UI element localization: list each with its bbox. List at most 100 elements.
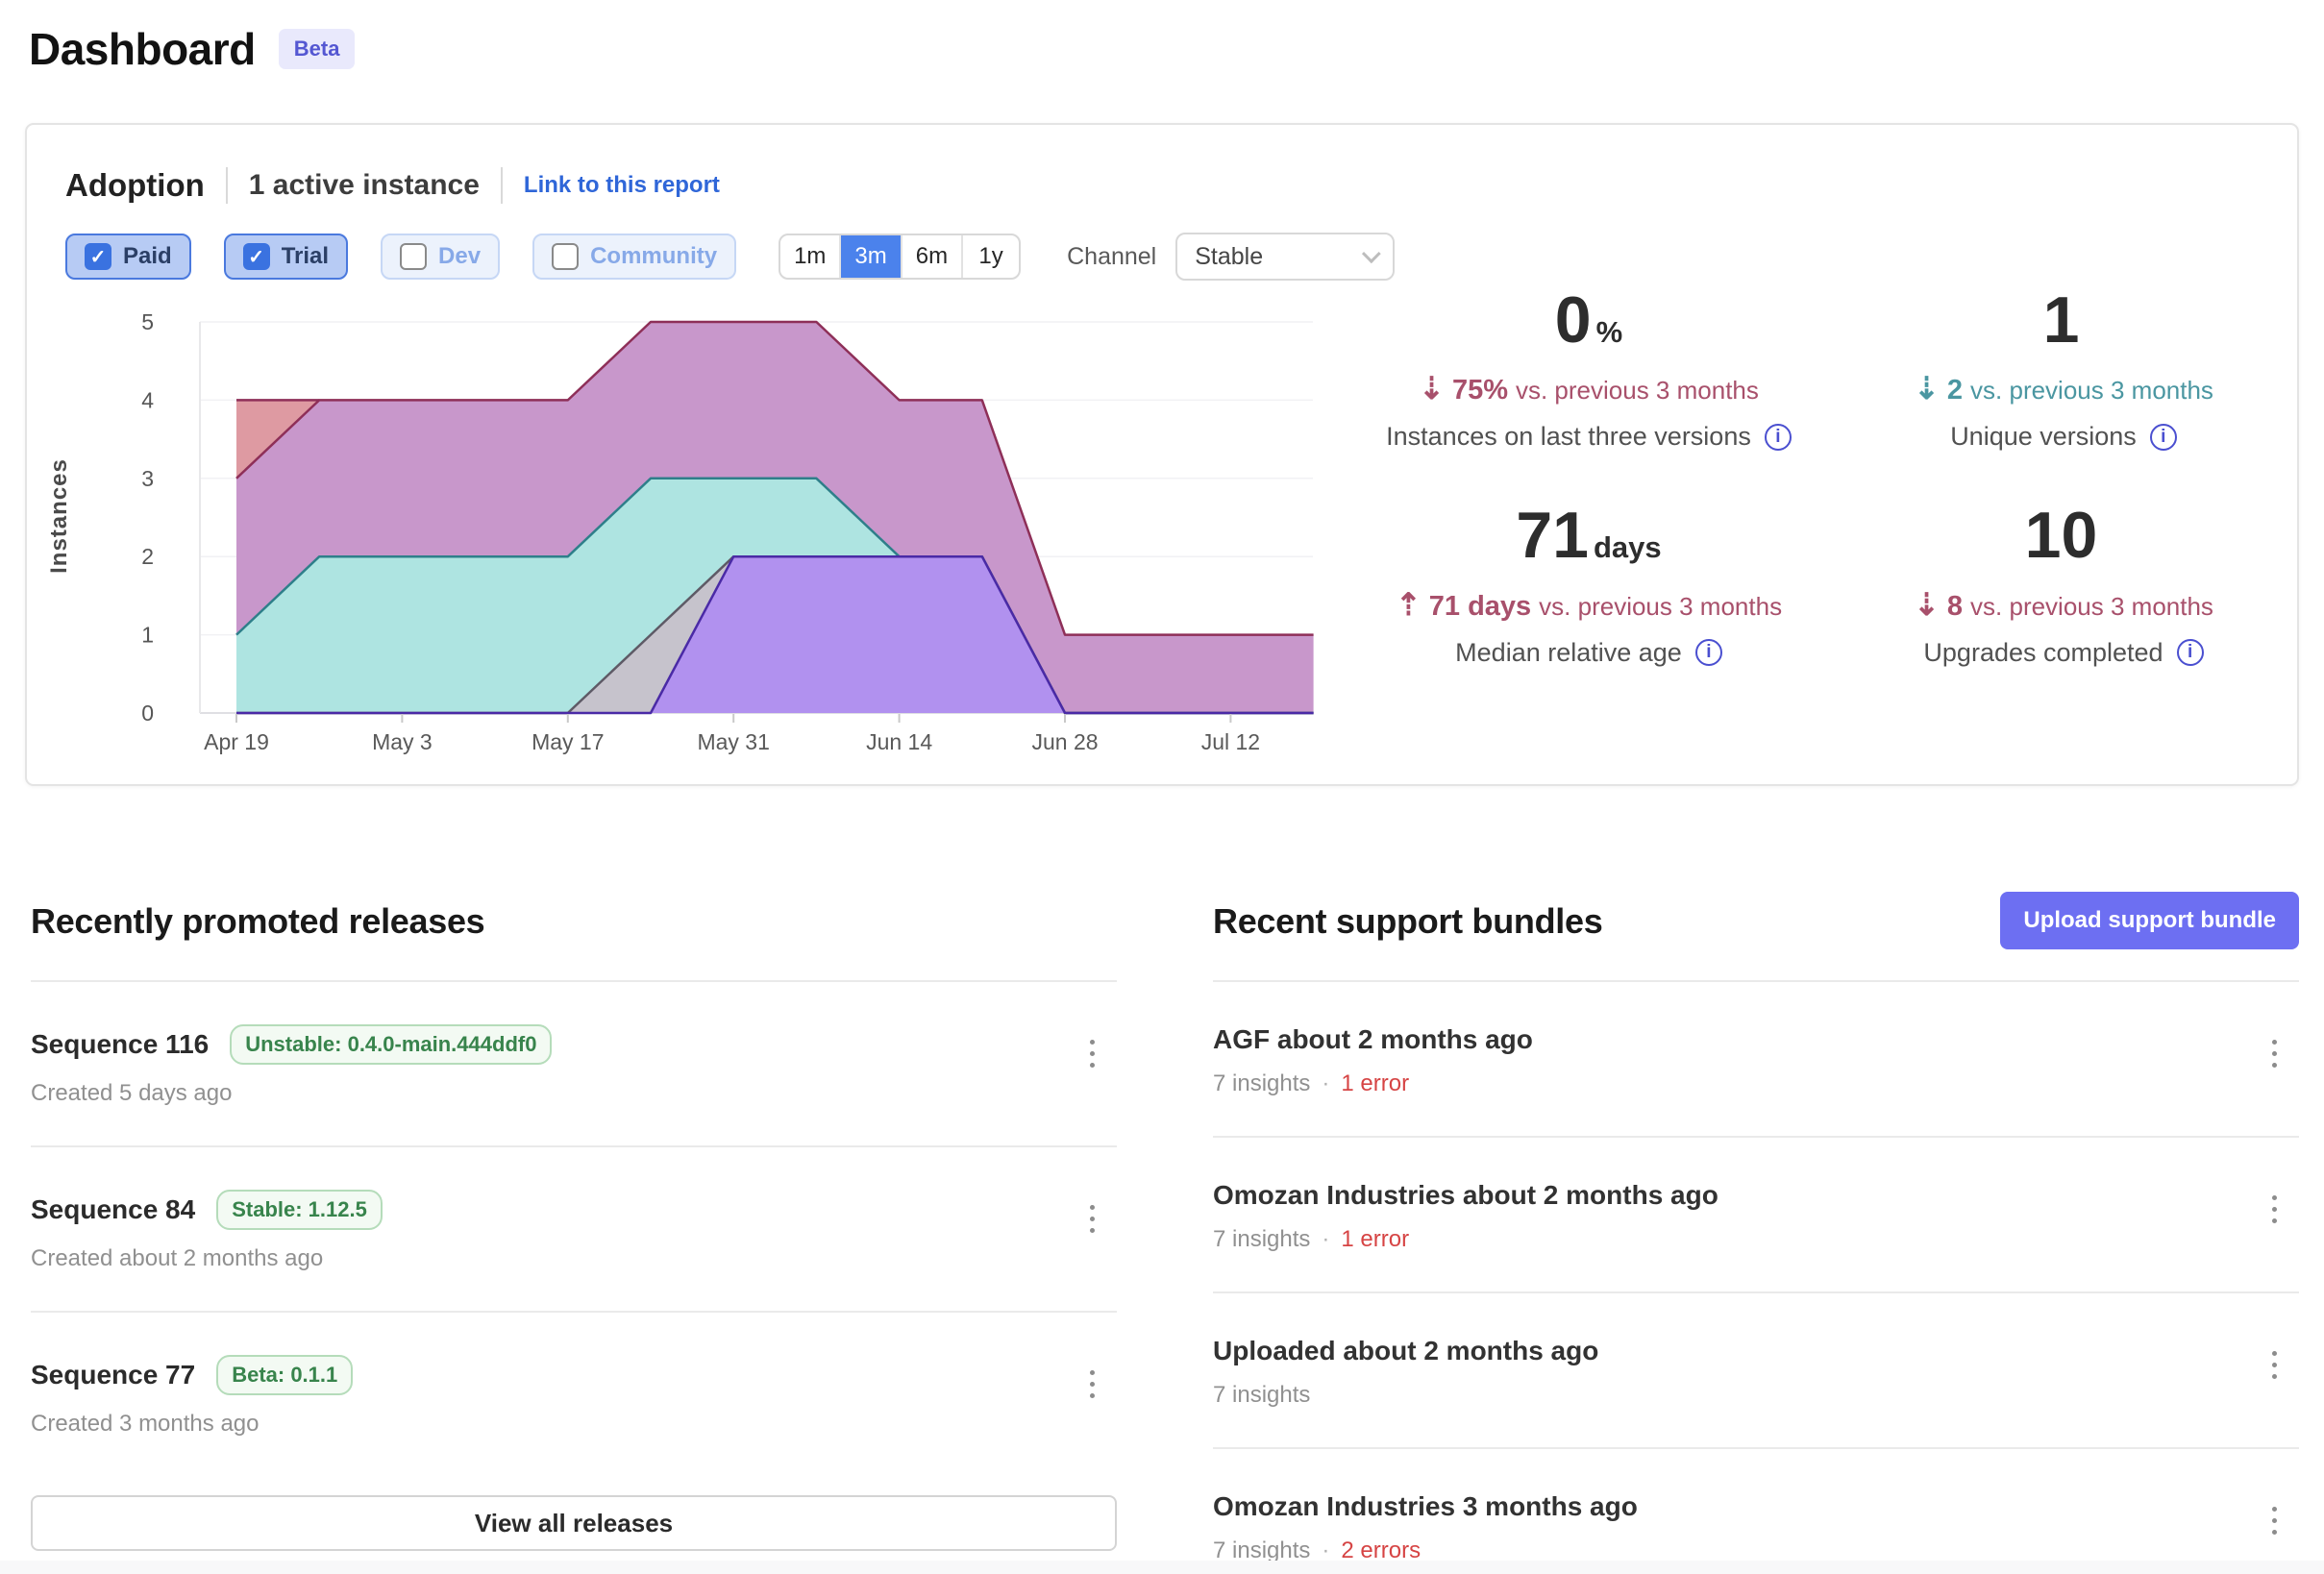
filter-community[interactable]: Community (532, 234, 736, 280)
delta-value: 8 (1947, 591, 1963, 622)
bundle-row: Omozan Industries 3 months ago 7 insight… (1213, 1447, 2299, 1574)
adoption-card: Adoption 1 active instance Link to this … (25, 123, 2299, 786)
release-title: Sequence 84 (31, 1194, 195, 1225)
releases-heading: Recently promoted releases (31, 901, 1117, 942)
link-to-report[interactable]: Link to this report (524, 172, 720, 199)
bundle-insights: 7 insights (1213, 1070, 1310, 1097)
kebab-menu-icon[interactable] (2255, 1341, 2293, 1388)
trend-down-icon: ⇣ (1419, 371, 1445, 406)
release-channel-badge: Beta: 0.1.1 (216, 1355, 353, 1395)
page-bottom-strip (0, 1561, 2324, 1574)
stat-label: Instances on last three versions (1386, 422, 1751, 452)
releases-section: Recently promoted releases Sequence 116 … (31, 901, 1117, 1551)
kebab-menu-icon[interactable] (1073, 1361, 1111, 1407)
svg-text:Jun 28: Jun 28 (1031, 729, 1098, 754)
stat-value: 0 (1555, 283, 1592, 357)
filter-dev[interactable]: Dev (381, 234, 500, 280)
info-icon[interactable]: i (2177, 639, 2204, 666)
delta-value: 2 (1947, 375, 1963, 406)
release-row: Sequence 77 Beta: 0.1.1 Created 3 months… (31, 1311, 1117, 1476)
trend-down-icon: ⇣ (1914, 371, 1940, 406)
kebab-menu-icon[interactable] (1073, 1030, 1111, 1076)
bundle-insights: 7 insights (1213, 1382, 1310, 1409)
release-created: Created about 2 months ago (31, 1245, 1059, 1272)
stat-unit: days (1594, 530, 1662, 564)
kebab-menu-icon[interactable] (1073, 1195, 1111, 1242)
bundle-errors: 2 errors (1341, 1537, 1421, 1563)
filter-label: Trial (282, 243, 329, 270)
release-title: Sequence 77 (31, 1360, 195, 1390)
bundle-row: Uploaded about 2 months ago 7 insights · (1213, 1291, 2299, 1447)
dot-separator: · (1322, 1537, 1329, 1563)
filter-label: Paid (123, 243, 172, 270)
adoption-stats: 0% ⇣75%vs. previous 3 months Instances o… (1351, 286, 2301, 668)
bundle-title: Omozan Industries about 2 months ago (1213, 1180, 1718, 1211)
release-channel-badge: Stable: 1.12.5 (216, 1190, 383, 1230)
channel-select[interactable]: Stable (1175, 233, 1395, 281)
svg-text:May 3: May 3 (372, 729, 433, 754)
stat-label: Median relative age (1455, 638, 1682, 668)
svg-text:Apr 19: Apr 19 (204, 729, 269, 754)
checkbox-checked-icon: ✓ (85, 243, 111, 270)
release-title: Sequence 116 (31, 1029, 209, 1060)
page-title: Dashboard (29, 23, 256, 75)
range-1y[interactable]: 1y (961, 235, 1019, 278)
divider (226, 167, 228, 204)
release-row: Sequence 84 Stable: 1.12.5 Created about… (31, 1145, 1117, 1311)
bundle-title: AGF about 2 months ago (1213, 1024, 1533, 1055)
range-1m[interactable]: 1m (780, 235, 839, 278)
stat-unit: % (1596, 315, 1623, 349)
kebab-menu-icon[interactable] (2255, 1186, 2293, 1232)
upload-support-bundle-button[interactable]: Upload support bundle (2000, 892, 2299, 949)
info-icon[interactable]: i (1695, 639, 1722, 666)
range-3m[interactable]: 3m (839, 235, 900, 278)
filter-trial[interactable]: ✓ Trial (224, 234, 348, 280)
bundle-row: AGF about 2 months ago 7 insights · 1 err… (1213, 980, 2299, 1136)
bundle-title: Omozan Industries 3 months ago (1213, 1491, 1638, 1522)
chevron-down-icon (1362, 244, 1381, 263)
bundle-insights: 7 insights (1213, 1226, 1310, 1253)
stat-value: 71 (1516, 499, 1589, 572)
svg-text:Jun 14: Jun 14 (866, 729, 932, 754)
delta-suffix: vs. previous 3 months (1970, 376, 2213, 405)
checkbox-checked-icon: ✓ (243, 243, 270, 270)
instances-area-chart: 012345Apr 19May 3May 17May 31Jun 14Jun 2… (31, 305, 1376, 756)
channel-value: Stable (1195, 243, 1263, 271)
stat-median-relative-age: 71days ⇡71 daysvs. previous 3 months Med… (1351, 502, 1826, 667)
kebab-menu-icon[interactable] (2255, 1497, 2293, 1543)
divider (501, 167, 503, 204)
stat-value: 10 (2025, 499, 2098, 572)
dot-separator: · (1322, 1226, 1329, 1252)
bundle-title: Uploaded about 2 months ago (1213, 1336, 1598, 1366)
adoption-title: Adoption (65, 167, 205, 204)
delta-value: 75% (1452, 375, 1508, 406)
active-instance-count: 1 active instance (249, 169, 480, 202)
delta-suffix: vs. previous 3 months (1539, 592, 1782, 621)
stat-value: 1 (2043, 283, 2080, 357)
range-6m[interactable]: 6m (901, 235, 961, 278)
svg-text:5: 5 (141, 309, 154, 334)
bundle-row: Omozan Industries about 2 months ago 7 i… (1213, 1136, 2299, 1291)
delta-suffix: vs. previous 3 months (1516, 376, 1759, 405)
kebab-menu-icon[interactable] (2255, 1030, 2293, 1076)
chart-y-axis-label: Instances (46, 458, 73, 574)
release-created: Created 3 months ago (31, 1411, 1059, 1438)
delta-suffix: vs. previous 3 months (1970, 592, 2213, 621)
stat-instances-last-three-versions: 0% ⇣75% vs. previous 3 months Instances o… (1351, 286, 1826, 452)
info-icon[interactable]: i (1765, 424, 1792, 451)
filters-row: ✓ Paid ✓ Trial Dev Community 1m 3m 6m 1y (65, 233, 1395, 281)
beta-badge: Beta (279, 29, 356, 69)
delta-value: 71 days (1429, 591, 1531, 622)
svg-text:May 31: May 31 (697, 729, 769, 754)
filter-label: Community (590, 243, 717, 270)
filter-paid[interactable]: ✓ Paid (65, 234, 191, 280)
support-bundles-section: Recent support bundles Upload support bu… (1213, 901, 2299, 1574)
info-icon[interactable]: i (2150, 424, 2177, 451)
view-all-releases-button[interactable]: View all releases (31, 1495, 1117, 1551)
dot-separator: · (1322, 1070, 1329, 1096)
checkbox-unchecked-icon (400, 243, 427, 270)
bundle-errors: 1 error (1341, 1070, 1409, 1096)
stat-upgrades-completed: 10 ⇣8vs. previous 3 months Upgrades comp… (1826, 502, 2301, 667)
checkbox-unchecked-icon (552, 243, 579, 270)
stat-label: Upgrades completed (1923, 638, 2163, 668)
